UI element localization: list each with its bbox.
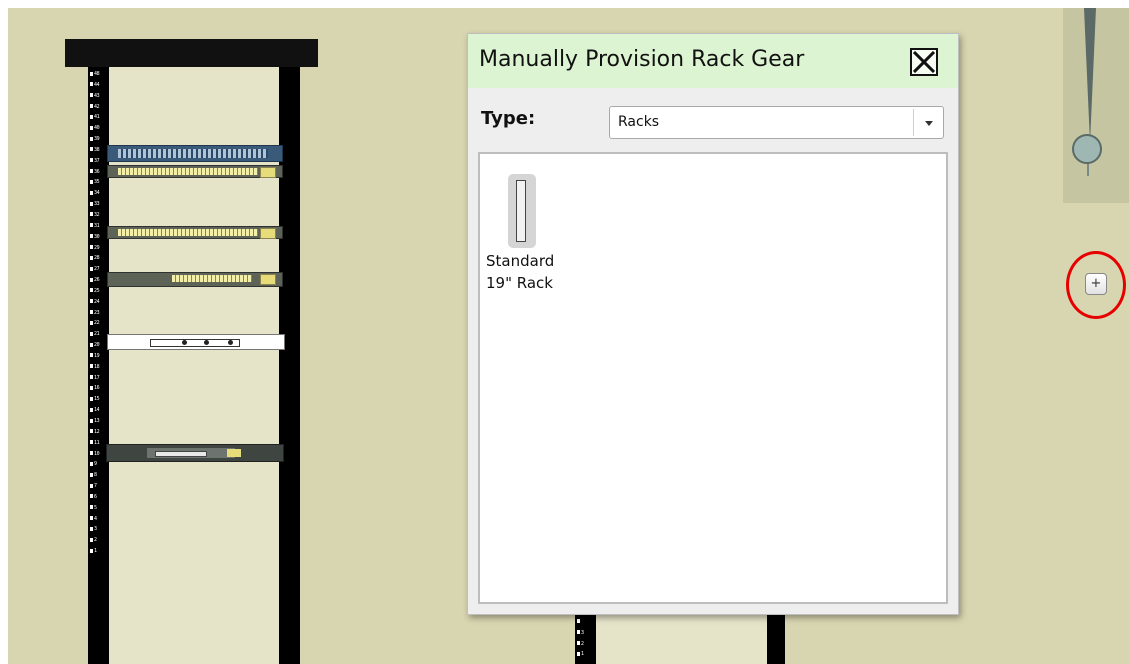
rack-unit-label: 26 xyxy=(88,275,109,286)
rack-unit-label: 34 xyxy=(88,188,109,199)
rack-unit-label: 32 xyxy=(88,210,109,221)
rack-unit-label: 7 xyxy=(88,481,109,492)
rack-unit-label: 21 xyxy=(88,329,109,340)
rack-unit-label: 16 xyxy=(88,383,109,394)
zoom-slider-knob[interactable] xyxy=(1072,134,1102,164)
rack-unit-label: 28 xyxy=(88,253,109,264)
rack-device-appliance[interactable] xyxy=(107,334,285,350)
rack-unit-label: 18 xyxy=(88,362,109,373)
close-icon[interactable] xyxy=(910,48,938,76)
rack-unit-label: 36 xyxy=(88,167,109,178)
rack-icon xyxy=(508,174,536,248)
gear-item-list: Standard 19" Rack xyxy=(478,152,948,604)
rack-unit-label: 29 xyxy=(88,243,109,254)
rack-left-rail: 48 44 43 42 41 40 39 38 37 36 35 34 33 32 31 30 29 28 27 26… xyxy=(88,67,109,664)
rack-unit-label: 2 xyxy=(575,639,596,650)
zoom-slider-stem xyxy=(1087,162,1089,176)
zoom-slider-indicator xyxy=(1084,8,1096,143)
rack-device-router[interactable] xyxy=(107,272,283,287)
rack-unit-label: 20 xyxy=(88,340,109,351)
type-label: Type: xyxy=(481,108,536,129)
type-select-value: Racks xyxy=(618,114,660,130)
chevron-down-icon[interactable] xyxy=(925,121,933,126)
rack-top-cap xyxy=(65,39,318,67)
rack-unit-label: 42 xyxy=(88,102,109,113)
rack-unit-label: 39 xyxy=(88,134,109,145)
rack-unit-label: 48 xyxy=(88,69,109,80)
rack-unit-label: 15 xyxy=(88,394,109,405)
rack-unit-label: 2 xyxy=(88,535,109,546)
rack-unit-label: 40 xyxy=(88,123,109,134)
rack-unit-label: 14 xyxy=(88,405,109,416)
rack-unit-label: 44 xyxy=(88,80,109,91)
rack-unit-label: 37 xyxy=(88,156,109,167)
rack-unit-label: 24 xyxy=(88,297,109,308)
rack-unit-label: 23 xyxy=(88,308,109,319)
rack-unit-label: 12 xyxy=(88,427,109,438)
zoom-slider-track[interactable] xyxy=(1063,8,1129,203)
rack-unit-label: 25 xyxy=(88,286,109,297)
gear-item-label: Standard 19" Rack xyxy=(486,252,555,292)
rack-unit-label: 19 xyxy=(88,351,109,362)
rack-unit-label: 1 xyxy=(88,546,109,557)
rack-unit-label: 33 xyxy=(88,199,109,210)
rack-unit-label: 8 xyxy=(88,470,109,481)
rack-unit-label: 31 xyxy=(88,221,109,232)
rack-device-switch[interactable] xyxy=(107,165,283,178)
rack-unit-label: 4 xyxy=(88,514,109,525)
rack-unit-label: 30 xyxy=(88,232,109,243)
rack-unit-label: 3 xyxy=(88,524,109,535)
rack-device-firewall[interactable] xyxy=(106,444,284,462)
rack-unit-label xyxy=(575,617,596,628)
provision-dialog: Manually Provision Rack Gear Type: Racks… xyxy=(467,33,959,615)
rack-unit-label: 6 xyxy=(88,492,109,503)
rack-unit-label: 43 xyxy=(88,91,109,102)
rack-unit-label: 27 xyxy=(88,264,109,275)
rack-unit-labels: 48 44 43 42 41 40 39 38 37 36 35 34 33 32 31 30 29 28 27 26… xyxy=(88,69,109,557)
rack-canvas: 48 44 43 42 41 40 39 38 37 36 35 34 33 32 31 30 29 28 27 26… xyxy=(8,8,1129,664)
dialog-title: Manually Provision Rack Gear xyxy=(479,47,805,72)
rack-unit-label: 22 xyxy=(88,318,109,329)
zoom-in-button[interactable]: + xyxy=(1085,273,1107,295)
rack-unit-label: 3 xyxy=(575,628,596,639)
rack-unit-label: 1 xyxy=(575,649,596,660)
dialog-header: Manually Provision Rack Gear xyxy=(468,34,958,88)
rack-unit-label: 13 xyxy=(88,416,109,427)
type-select[interactable]: Racks xyxy=(609,106,944,139)
rack-unit-label: 38 xyxy=(88,145,109,156)
rack-unit-label: 35 xyxy=(88,177,109,188)
select-divider xyxy=(913,109,914,136)
rack-unit-label: 17 xyxy=(88,373,109,384)
rack-device-switch-blue[interactable] xyxy=(107,145,283,162)
rack-device-switch[interactable] xyxy=(107,226,283,239)
rack-unit-label: 5 xyxy=(88,503,109,514)
rack-unit-label: 41 xyxy=(88,112,109,123)
